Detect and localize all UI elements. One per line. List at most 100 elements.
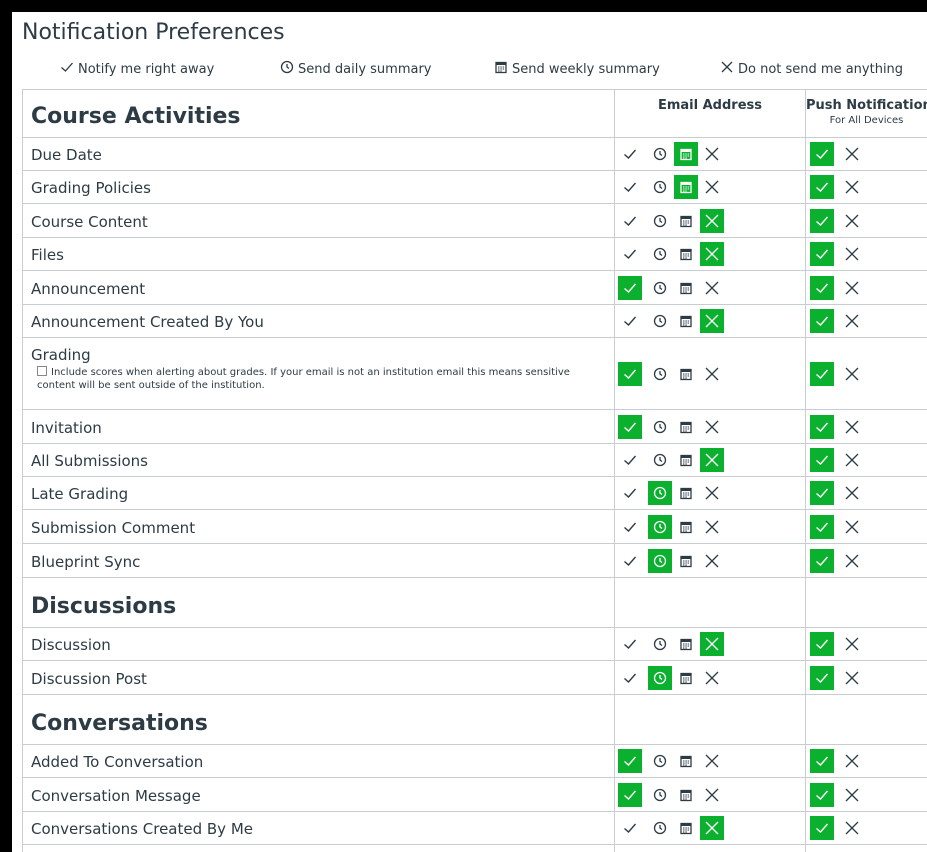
push-option-on[interactable] <box>810 414 834 439</box>
email-option-immediately[interactable] <box>618 666 642 690</box>
email-option-daily[interactable] <box>648 309 672 333</box>
email-option-never[interactable] <box>700 816 724 840</box>
push-option-off[interactable] <box>840 415 864 439</box>
email-option-daily[interactable] <box>648 242 672 266</box>
push-option-off[interactable] <box>840 549 864 573</box>
push-option-off[interactable] <box>840 481 864 505</box>
email-option-never[interactable] <box>700 481 724 505</box>
email-option-immediately[interactable] <box>618 481 642 505</box>
email-option-daily[interactable] <box>648 632 672 656</box>
email-option-never[interactable] <box>700 309 724 333</box>
email-option-weekly[interactable] <box>674 481 698 505</box>
email-option-immediately[interactable] <box>618 549 642 573</box>
email-option-never[interactable] <box>700 362 724 386</box>
email-option-daily[interactable] <box>648 548 672 573</box>
email-option-immediately[interactable] <box>618 515 642 539</box>
email-option-immediately[interactable] <box>618 782 642 807</box>
email-option-daily[interactable] <box>648 209 672 233</box>
push-option-off[interactable] <box>840 666 864 690</box>
include-scores-option[interactable]: Include scores when alerting about grade… <box>37 366 597 392</box>
push-option-on[interactable] <box>810 514 834 539</box>
email-option-immediately[interactable] <box>618 142 642 166</box>
email-option-never[interactable] <box>700 448 724 472</box>
include-scores-checkbox[interactable] <box>37 366 47 376</box>
push-option-off[interactable] <box>840 362 864 386</box>
email-option-immediately[interactable] <box>618 361 642 386</box>
email-option-never[interactable] <box>700 632 724 656</box>
email-option-weekly[interactable] <box>674 242 698 266</box>
email-option-weekly[interactable] <box>674 666 698 690</box>
email-option-never[interactable] <box>700 208 724 233</box>
push-option-on[interactable] <box>810 309 834 333</box>
push-option-on[interactable] <box>810 749 834 773</box>
email-option-immediately[interactable] <box>618 749 642 773</box>
email-option-immediately[interactable] <box>618 632 642 656</box>
email-option-immediately[interactable] <box>618 448 642 472</box>
email-option-daily[interactable] <box>648 783 672 807</box>
push-option-on[interactable] <box>810 175 834 199</box>
push-option-on[interactable] <box>810 448 834 472</box>
email-option-daily[interactable] <box>648 362 672 386</box>
email-option-immediately[interactable] <box>618 209 642 233</box>
email-option-daily[interactable] <box>648 448 672 472</box>
push-option-off[interactable] <box>840 783 864 807</box>
email-option-weekly[interactable] <box>674 362 698 386</box>
push-option-on[interactable] <box>810 242 834 266</box>
push-option-off[interactable] <box>840 175 864 199</box>
email-option-weekly[interactable] <box>674 209 698 233</box>
push-option-on[interactable] <box>810 481 834 505</box>
email-option-daily[interactable] <box>648 481 672 505</box>
email-option-immediately[interactable] <box>618 816 642 840</box>
email-option-daily[interactable] <box>648 514 672 539</box>
email-option-weekly[interactable] <box>674 515 698 539</box>
email-option-never[interactable] <box>700 783 724 807</box>
email-option-never[interactable] <box>700 749 724 773</box>
push-option-off[interactable] <box>840 448 864 472</box>
email-option-weekly[interactable] <box>674 448 698 472</box>
email-option-immediately[interactable] <box>618 414 642 439</box>
push-option-off[interactable] <box>840 209 864 233</box>
email-option-daily[interactable] <box>648 276 672 300</box>
push-option-off[interactable] <box>840 515 864 539</box>
push-option-on[interactable] <box>810 665 834 690</box>
email-option-weekly[interactable] <box>674 549 698 573</box>
email-option-daily[interactable] <box>648 816 672 840</box>
email-option-daily[interactable] <box>648 749 672 773</box>
email-option-never[interactable] <box>700 175 724 199</box>
push-option-on[interactable] <box>810 548 834 573</box>
email-option-weekly[interactable] <box>674 816 698 840</box>
email-option-never[interactable] <box>700 415 724 439</box>
push-option-off[interactable] <box>840 309 864 333</box>
push-option-off[interactable] <box>840 276 864 300</box>
email-option-weekly[interactable] <box>674 142 698 166</box>
push-option-off[interactable] <box>840 142 864 166</box>
push-option-off[interactable] <box>840 749 864 773</box>
push-option-on[interactable] <box>810 208 834 233</box>
email-option-weekly[interactable] <box>674 309 698 333</box>
push-option-off[interactable] <box>840 242 864 266</box>
email-option-never[interactable] <box>700 142 724 166</box>
email-option-never[interactable] <box>700 549 724 573</box>
email-option-weekly[interactable] <box>674 276 698 300</box>
email-option-never[interactable] <box>700 276 724 300</box>
email-option-immediately[interactable] <box>618 242 642 266</box>
email-option-never[interactable] <box>700 515 724 539</box>
push-option-on[interactable] <box>810 142 834 166</box>
push-option-off[interactable] <box>840 632 864 656</box>
push-option-on[interactable] <box>810 816 834 840</box>
email-option-never[interactable] <box>700 242 724 266</box>
email-option-immediately[interactable] <box>618 175 642 199</box>
email-option-daily[interactable] <box>648 665 672 690</box>
email-option-never[interactable] <box>700 666 724 690</box>
email-option-immediately[interactable] <box>618 275 642 300</box>
email-option-weekly[interactable] <box>674 415 698 439</box>
email-option-weekly[interactable] <box>674 175 698 199</box>
push-option-on[interactable] <box>810 361 834 386</box>
email-option-daily[interactable] <box>648 415 672 439</box>
email-option-weekly[interactable] <box>674 783 698 807</box>
email-option-immediately[interactable] <box>618 309 642 333</box>
push-option-on[interactable] <box>810 275 834 300</box>
email-option-daily[interactable] <box>648 142 672 166</box>
email-option-weekly[interactable] <box>674 749 698 773</box>
push-option-on[interactable] <box>810 782 834 807</box>
